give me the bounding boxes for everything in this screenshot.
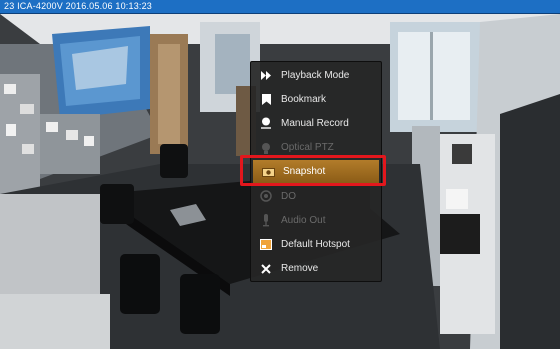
menu-item-do: DO: [251, 184, 381, 208]
menu-item-label: Bookmark: [281, 93, 327, 105]
menu-item-label: DO: [281, 190, 296, 202]
menu-item-default-hotspot[interactable]: Default Hotspot: [251, 232, 381, 256]
menu-item-label: Audio Out: [281, 214, 326, 226]
menu-item-label: Optical PTZ: [281, 142, 334, 154]
fast-forward-icon: [251, 70, 281, 80]
camera-title: 23 ICA-4200V 2016.05.06 10:13:23: [4, 1, 153, 11]
menu-item-label: Remove: [281, 263, 319, 275]
menu-item-label: Default Hotspot: [281, 238, 350, 250]
digital-output-icon: [251, 190, 281, 202]
snapshot-highlight-frame: [240, 155, 386, 186]
ptz-icon: [251, 142, 281, 154]
menu-item-bookmark[interactable]: Bookmark: [251, 87, 381, 111]
microphone-icon: [251, 213, 281, 227]
camera-title-bar: 23 ICA-4200V 2016.05.06 10:13:23: [0, 0, 560, 14]
menu-item-playback-mode[interactable]: Playback Mode: [251, 63, 381, 87]
camera-viewer[interactable]: 23 ICA-4200V 2016.05.06 10:13:23 Playbac…: [0, 0, 560, 349]
menu-item-audio-out: Audio Out: [251, 208, 381, 232]
record-icon: [251, 117, 281, 130]
close-icon: [251, 263, 281, 274]
bookmark-icon: [251, 93, 281, 105]
menu-item-label: Playback Mode: [281, 69, 350, 81]
menu-item-manual-record[interactable]: Manual Record: [251, 111, 381, 135]
menu-item-remove[interactable]: Remove: [251, 257, 381, 281]
hotspot-icon: [251, 238, 281, 250]
menu-item-label: Manual Record: [281, 117, 349, 129]
